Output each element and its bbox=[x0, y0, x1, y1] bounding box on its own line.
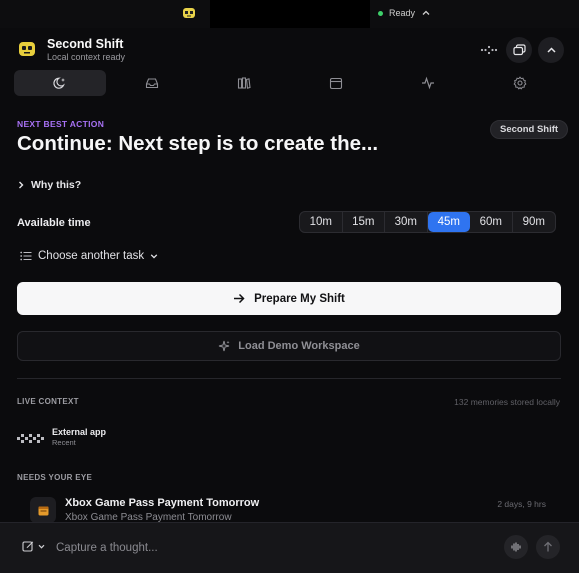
status-text: Ready bbox=[389, 8, 416, 18]
sparkle-icon bbox=[219, 340, 230, 352]
next-action-label: NEXT BEST ACTION bbox=[17, 119, 105, 129]
task-row[interactable]: Xbox Game Pass Payment Tomorrow Xbox Gam… bbox=[30, 497, 560, 523]
context-item-external-app[interactable]: External app Recent bbox=[17, 427, 106, 448]
available-time-label: Available time bbox=[17, 217, 91, 229]
load-demo-label: Load Demo Workspace bbox=[238, 340, 360, 352]
chevron-right-icon bbox=[19, 181, 24, 189]
tab-shift[interactable] bbox=[14, 70, 106, 96]
window-mode-button[interactable] bbox=[506, 37, 532, 63]
app-header: Second Shift Local context ready bbox=[0, 28, 579, 68]
windows-icon bbox=[512, 44, 526, 56]
calendar-icon bbox=[329, 77, 343, 90]
time-option-30m[interactable]: 30m bbox=[385, 212, 428, 232]
why-this-label: Why this? bbox=[31, 179, 82, 191]
tab-activity[interactable] bbox=[382, 70, 474, 96]
activity-icon bbox=[422, 76, 434, 90]
status-dot bbox=[378, 10, 383, 16]
status-indicator[interactable]: Ready bbox=[378, 8, 431, 18]
context-item-name: External app bbox=[52, 427, 107, 437]
capture-input[interactable] bbox=[56, 539, 476, 557]
load-demo-button[interactable]: Load Demo Workspace bbox=[17, 331, 561, 361]
app-logo-icon bbox=[19, 42, 35, 56]
drag-handle-button[interactable] bbox=[476, 37, 502, 63]
prepare-shift-label: Prepare My Shift bbox=[254, 292, 345, 305]
list-icon bbox=[20, 251, 32, 261]
tab-calendar[interactable] bbox=[290, 70, 382, 96]
chevron-down-icon bbox=[150, 254, 158, 259]
app-placeholder-icon bbox=[17, 433, 44, 443]
library-icon bbox=[237, 77, 251, 89]
voice-button[interactable] bbox=[504, 535, 528, 559]
chevron-down-icon bbox=[38, 544, 45, 549]
menubar-notch bbox=[210, 0, 370, 28]
capture-composer bbox=[0, 522, 579, 573]
app-window: Second Shift Local context ready NEXT BE… bbox=[0, 28, 579, 573]
chevron-up-icon bbox=[422, 10, 430, 15]
prepare-shift-button[interactable]: Prepare My Shift bbox=[17, 282, 561, 315]
move-dots-icon bbox=[480, 45, 498, 55]
chevron-up-icon bbox=[546, 46, 556, 53]
task-due-time: 2 days, 9 hrs bbox=[497, 499, 546, 509]
source-badge: Second Shift bbox=[490, 120, 569, 139]
send-button[interactable] bbox=[536, 535, 560, 559]
context-item-sub: Recent bbox=[52, 438, 76, 447]
main-tabs bbox=[14, 70, 566, 96]
next-action-title: Continue: Next step is to create the... bbox=[17, 132, 379, 155]
calendar-icon bbox=[38, 506, 48, 515]
inbox-icon bbox=[145, 78, 159, 89]
app-subtitle: Local context ready bbox=[47, 52, 126, 62]
task-icon-tile bbox=[30, 497, 56, 523]
compose-mode-button[interactable] bbox=[22, 540, 45, 552]
needs-your-eye-label: NEEDS YOUR EYE bbox=[17, 473, 93, 482]
time-selector: 10m 15m 30m 45m 60m 90m bbox=[299, 211, 556, 233]
time-option-60m[interactable]: 60m bbox=[470, 212, 513, 232]
time-option-15m[interactable]: 15m bbox=[343, 212, 385, 232]
why-this-toggle[interactable]: Why this? bbox=[17, 179, 81, 191]
time-option-90m[interactable]: 90m bbox=[513, 212, 556, 232]
moon-sparkle-icon bbox=[53, 77, 65, 89]
waveform-icon bbox=[511, 542, 521, 552]
collapse-button[interactable] bbox=[538, 37, 564, 63]
time-option-10m[interactable]: 10m bbox=[300, 212, 343, 232]
memories-count: 132 memories stored locally bbox=[454, 397, 560, 407]
app-title: Second Shift bbox=[47, 37, 124, 51]
tab-inbox[interactable] bbox=[106, 70, 198, 96]
edit-icon bbox=[22, 541, 34, 552]
tab-settings[interactable] bbox=[474, 70, 566, 96]
app-mascot-icon[interactable] bbox=[182, 6, 196, 20]
arrow-right-icon bbox=[234, 293, 245, 304]
system-menubar: Ready bbox=[0, 0, 579, 28]
choose-task-label: Choose another task bbox=[38, 250, 145, 262]
choose-task-dropdown[interactable]: Choose another task bbox=[20, 250, 158, 262]
task-title: Xbox Game Pass Payment Tomorrow bbox=[65, 497, 260, 509]
tab-library[interactable] bbox=[198, 70, 290, 96]
section-divider bbox=[17, 378, 561, 379]
arrow-up-icon bbox=[544, 541, 552, 552]
context-item-text: External app Recent bbox=[52, 427, 106, 448]
live-context-label: LIVE CONTEXT bbox=[17, 397, 79, 406]
time-option-45m[interactable]: 45m bbox=[427, 212, 470, 232]
gear-icon bbox=[513, 76, 527, 90]
